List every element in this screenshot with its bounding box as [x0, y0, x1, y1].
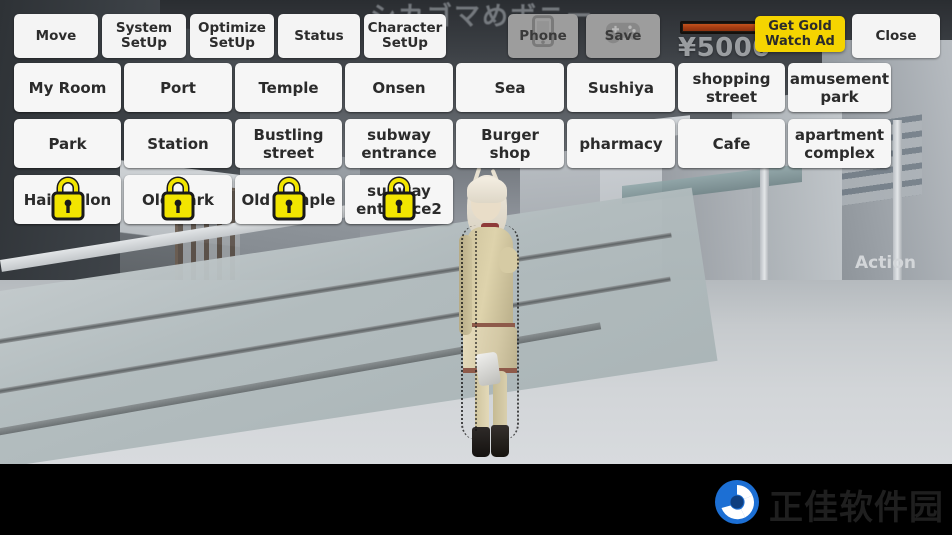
- location-label: Burger shop: [481, 125, 539, 162]
- close-button-label: Close: [875, 27, 917, 44]
- location-button-my-room[interactable]: My Room: [14, 63, 121, 112]
- location-label: Onsen: [372, 78, 426, 97]
- move-button-label: Move: [35, 27, 77, 44]
- location-button-hair-salon[interactable]: Hair Salon: [14, 175, 121, 224]
- location-button-amusement-park[interactable]: amusement park: [788, 63, 891, 112]
- location-button-temple[interactable]: Temple: [235, 63, 342, 112]
- character-setup-button-label: Character SetUp: [367, 20, 443, 51]
- optimize-setup-button[interactable]: Optimize SetUp: [190, 14, 274, 58]
- location-label: apartment complex: [794, 125, 885, 162]
- location-button-apartment-complex[interactable]: apartment complex: [788, 119, 891, 168]
- location-button-old-temple[interactable]: Old Temple: [235, 175, 342, 224]
- location-button-pharmacy[interactable]: pharmacy: [567, 119, 675, 168]
- location-label: Old Park: [142, 190, 214, 209]
- location-button-park[interactable]: Park: [14, 119, 121, 168]
- location-label: Sushiya: [587, 78, 655, 97]
- location-button-burger-shop[interactable]: Burger shop: [456, 119, 564, 168]
- game-screen: シカゴマめボニー Action Move System SetUp Optimiz…: [0, 0, 952, 535]
- save-button-label: Save: [604, 27, 642, 44]
- location-button-shopping-street[interactable]: shopping street: [678, 63, 785, 112]
- location-button-cafe[interactable]: Cafe: [678, 119, 785, 168]
- system-setup-button[interactable]: System SetUp: [102, 14, 186, 58]
- location-label: subway entrance2: [356, 181, 442, 218]
- location-button-subway-entrance2[interactable]: subway entrance2: [345, 175, 453, 224]
- watermark-logo-icon: [714, 479, 760, 529]
- location-button-station[interactable]: Station: [124, 119, 232, 168]
- location-button-bustling-street[interactable]: Bustling street: [235, 119, 342, 168]
- location-label: Bustling street: [253, 125, 324, 162]
- location-label: My Room: [28, 78, 107, 97]
- location-label: Old Temple: [241, 190, 336, 209]
- status-button[interactable]: Status: [278, 14, 360, 58]
- phone-button-label: Phone: [519, 27, 567, 44]
- character-outline-inner: [475, 231, 501, 431]
- optimize-setup-button-label: Optimize SetUp: [198, 20, 266, 51]
- phone-button[interactable]: Phone: [508, 14, 578, 58]
- system-setup-button-label: System SetUp: [115, 20, 173, 51]
- location-button-subway-entrance[interactable]: subway entrance: [345, 119, 453, 168]
- location-label: Hair Salon: [23, 190, 112, 209]
- location-label: Sea: [494, 78, 526, 97]
- location-label: Cafe: [712, 134, 751, 153]
- action-label: Action: [855, 253, 916, 273]
- location-button-old-park[interactable]: Old Park: [124, 175, 232, 224]
- location-label: Station: [147, 134, 209, 153]
- location-grid: My Room Port Temple Onsen Sea Sushiya sh…: [14, 63, 891, 231]
- location-button-sushiya[interactable]: Sushiya: [567, 63, 675, 112]
- location-button-onsen[interactable]: Onsen: [345, 63, 453, 112]
- location-button-port[interactable]: Port: [124, 63, 232, 112]
- top-toolbar: Move System SetUp Optimize SetUp Status Ch…: [0, 0, 952, 63]
- location-label: Temple: [258, 78, 319, 97]
- character-setup-button[interactable]: Character SetUp: [364, 14, 446, 58]
- get-gold-watch-ad-label: Get Gold Watch Ad: [765, 19, 835, 49]
- location-label: Port: [160, 78, 196, 97]
- location-row-1: My Room Port Temple Onsen Sea Sushiya sh…: [14, 63, 891, 119]
- location-label: subway entrance: [361, 125, 437, 162]
- location-label: pharmacy: [579, 134, 663, 153]
- watermark: 正佳软件园: [714, 479, 944, 529]
- location-row-3: Hair Salon Old Park Old Temple subway en…: [14, 175, 891, 231]
- get-gold-watch-ad-button[interactable]: Get Gold Watch Ad: [755, 16, 845, 52]
- location-button-sea[interactable]: Sea: [456, 63, 564, 112]
- watermark-text: 正佳软件园: [769, 487, 944, 528]
- location-label: Park: [48, 134, 87, 153]
- close-button[interactable]: Close: [852, 14, 940, 58]
- save-button[interactable]: Save: [586, 14, 660, 58]
- location-row-2: Park Station Bustling street subway entran…: [14, 119, 891, 175]
- location-label: amusement park: [789, 69, 890, 106]
- location-label: shopping street: [692, 69, 771, 106]
- move-button[interactable]: Move: [14, 14, 98, 58]
- status-button-label: Status: [294, 27, 344, 44]
